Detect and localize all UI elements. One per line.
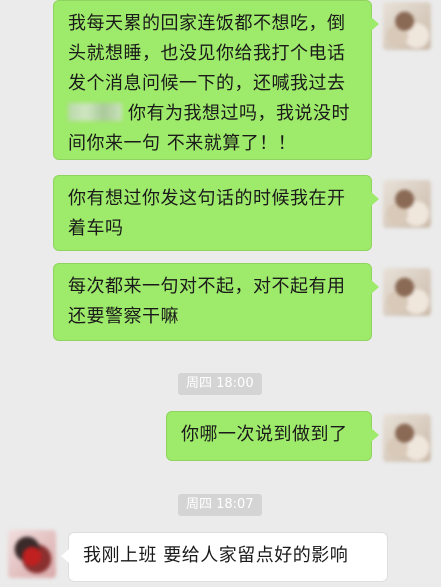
timestamp-pill: 周四 18:00 <box>178 373 262 395</box>
timestamp-pill: 周四 18:07 <box>178 494 262 516</box>
friend-avatar[interactable] <box>8 530 56 578</box>
message-text-line: 我每天累的回家连饭都不想吃，倒 <box>68 13 346 34</box>
message-text-line-with-redaction: 你有为我想过吗，我说没时 <box>68 99 357 129</box>
my-avatar[interactable] <box>383 180 431 228</box>
incoming-message-bubble[interactable]: 我刚上班 要给人家留点好的影响 <box>61 532 388 582</box>
message-text-line: 着车吗 <box>68 218 124 239</box>
message-text-line: 发个消息问候一下的，还喊我过去 <box>68 73 346 94</box>
message-text-line: 每次都来一句对不起，对不起有用 <box>68 276 346 297</box>
my-avatar[interactable] <box>383 2 431 50</box>
outgoing-message-bubble[interactable]: 你有想过你发这句话的时候我在开 着车吗 <box>53 175 379 251</box>
message-text-line: 头就想睡，也没见你给我打个电话 <box>68 43 346 64</box>
message-text-segment: 你有为我想过吗，我说没时 <box>128 103 350 124</box>
message-text-line: 我刚上班 要给人家留点好的影响 <box>83 545 349 566</box>
outgoing-message-bubble[interactable]: 我每天累的回家连饭都不想吃，倒 头就想睡，也没见你给我打个电话 发个消息问候一下… <box>53 0 379 160</box>
my-avatar[interactable] <box>383 414 431 462</box>
my-avatar[interactable] <box>383 268 431 316</box>
chat-conversation: 我每天累的回家连饭都不想吃，倒 头就想睡，也没见你给我打个电话 发个消息问候一下… <box>0 0 441 587</box>
redacted-name-blur <box>68 103 122 121</box>
outgoing-message-bubble[interactable]: 你哪一次说到做到了 <box>166 411 379 461</box>
message-text-line: 还要警察干嘛 <box>68 306 179 327</box>
message-text-line: 你有想过你发这句话的时候我在开 <box>68 188 346 209</box>
outgoing-message-bubble[interactable]: 每次都来一句对不起，对不起有用 还要警察干嘛 <box>53 263 379 341</box>
message-text-line: 你哪一次说到做到了 <box>181 424 348 445</box>
message-text-line: 间你来一句 不来就算了！！ <box>68 133 297 154</box>
